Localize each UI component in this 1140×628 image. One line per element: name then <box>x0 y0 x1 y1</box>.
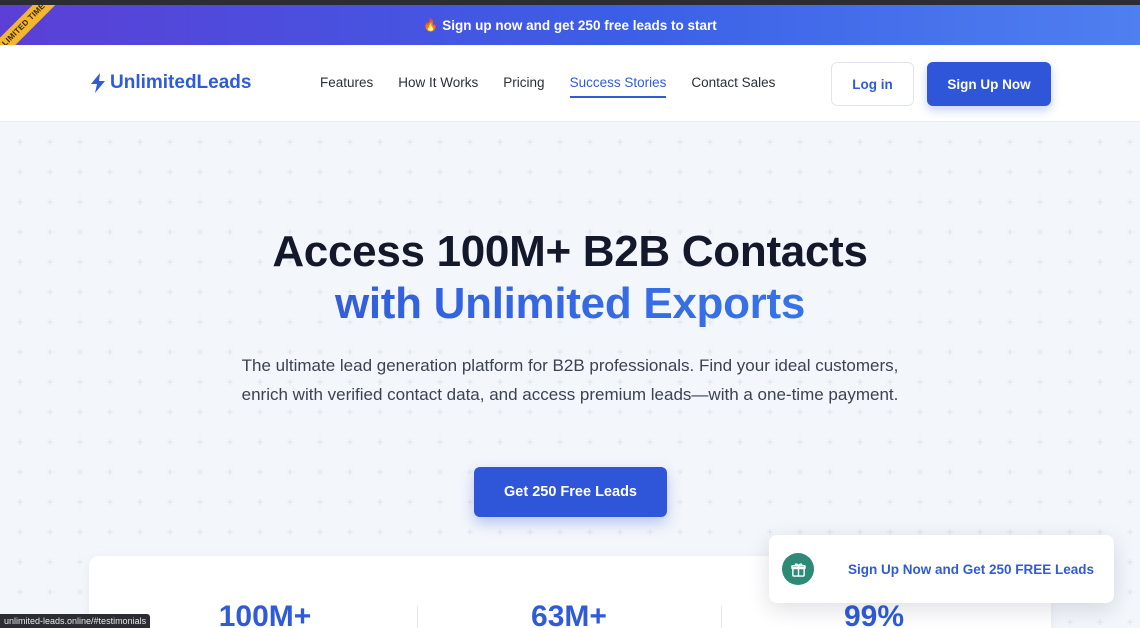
nav-menu: Features How It Works Pricing Success St… <box>320 75 800 98</box>
nav-link-contact-sales[interactable]: Contact Sales <box>691 75 775 98</box>
fire-icon: 🔥 <box>423 18 439 32</box>
announcement-bar[interactable]: LIMITED TIME 🔥 Sign up now and get 250 f… <box>0 5 1140 45</box>
nav-link-pricing[interactable]: Pricing <box>503 75 544 98</box>
stat-divider <box>417 606 418 628</box>
nav-link-how-it-works[interactable]: How It Works <box>398 75 478 98</box>
hero-subtitle: The ultimate lead generation platform fo… <box>241 356 899 404</box>
nav-link-success-stories[interactable]: Success Stories <box>569 75 667 98</box>
brand-name: UnlimitedLeads <box>110 72 252 93</box>
limited-time-ribbon: LIMITED TIME <box>0 5 64 45</box>
stat-emails: 63M+ <box>531 600 607 628</box>
stat-contacts: 100M+ <box>218 600 312 628</box>
signup-button[interactable]: Sign Up Now <box>927 62 1051 106</box>
hero-title: Access 100M+ B2B Contacts with Unlimited… <box>0 226 1140 330</box>
nav-link-features[interactable]: Features <box>320 75 373 98</box>
hero-title-line1: Access 100M+ B2B Contacts <box>272 227 868 276</box>
login-button[interactable]: Log in <box>831 62 914 106</box>
lightning-bolt-icon <box>91 73 105 93</box>
brand-logo[interactable]: UnlimitedLeads <box>90 72 251 94</box>
toast-text: Sign Up Now and Get 250 FREE Leads <box>848 561 1095 577</box>
gift-icon <box>782 553 814 585</box>
signup-toast[interactable]: Sign Up Now and Get 250 FREE Leads <box>769 535 1114 603</box>
announcement-text: Sign up now and get 250 free leads to st… <box>442 17 717 33</box>
stat-divider <box>721 606 722 628</box>
stat-accuracy: 99% <box>843 600 905 628</box>
main-navbar: UnlimitedLeads Features How It Works Pri… <box>0 45 1140 122</box>
status-bar-url: unlimited-leads.online/#testimonials <box>0 614 151 628</box>
get-free-leads-button[interactable]: Get 250 Free Leads <box>474 467 667 517</box>
hero-title-line2: with Unlimited Exports <box>0 278 1140 330</box>
